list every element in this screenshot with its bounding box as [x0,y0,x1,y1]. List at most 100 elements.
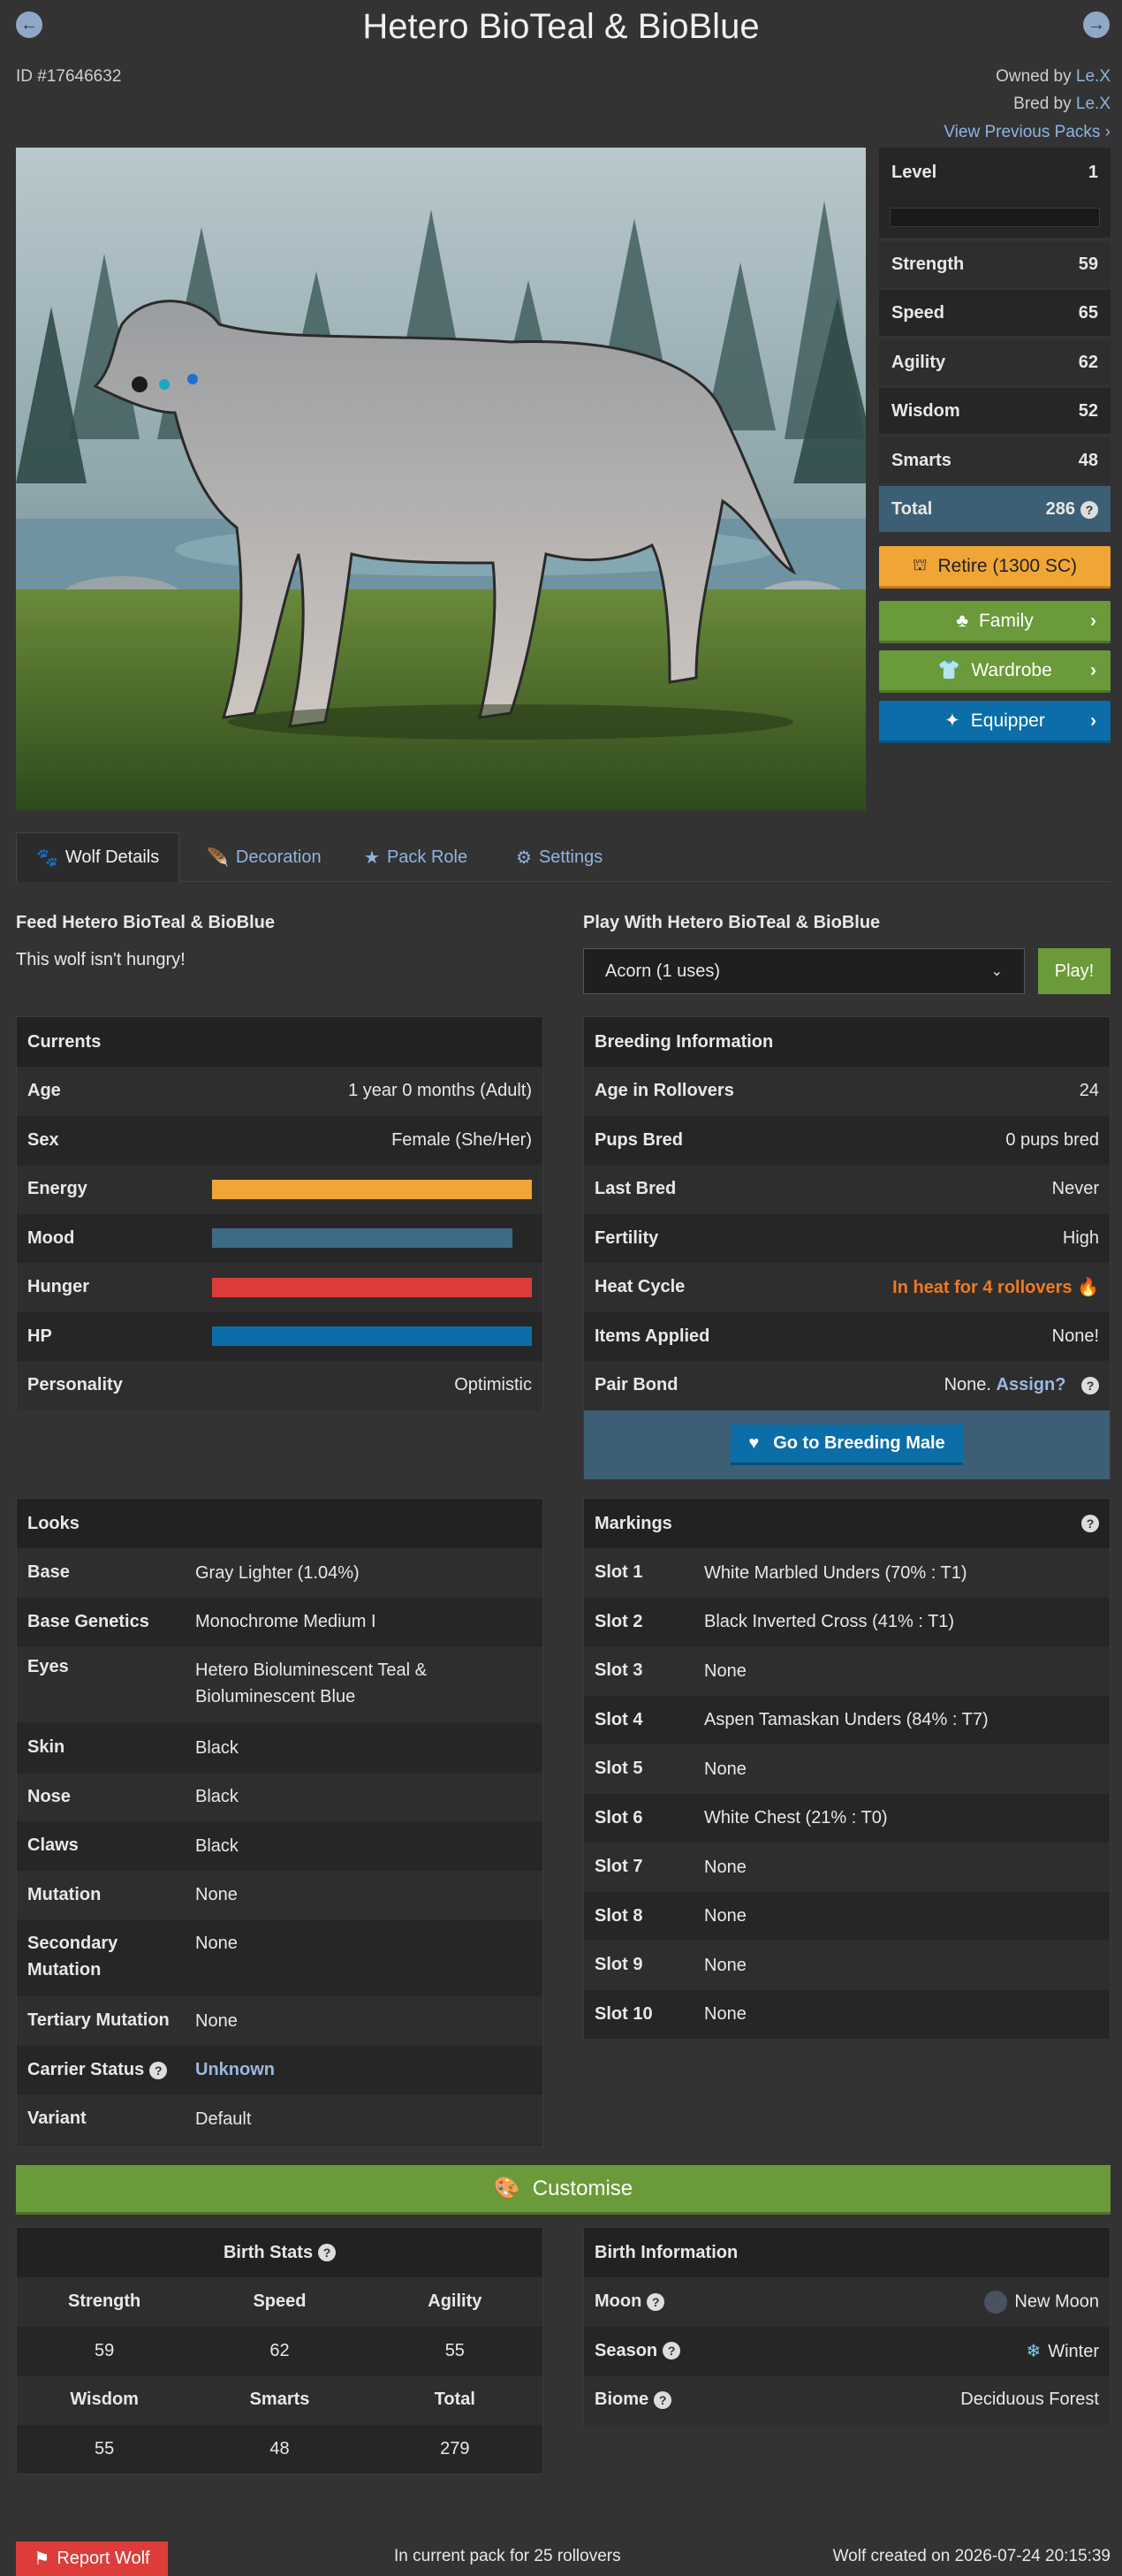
birth-stat-header: Strength [17,2277,193,2327]
heat-row: Heat Cycle In heat for 4 rollovers 🔥 [584,1263,1110,1312]
hp-bar [212,1326,532,1347]
snowflake-icon: ❄ [1026,2341,1042,2361]
family-button[interactable]: ♣ Family › [879,601,1111,643]
pups-label: Pups Bred [595,1129,684,1150]
markings-title: Markings [595,1513,672,1533]
birth-info-panel: Birth Information Moon? New Moon Season?… [583,2227,1111,2425]
looks-label: Base Genetics [27,1611,149,1631]
looks-row-carrier-status: Carrier Status? Unknown [17,2045,542,2094]
items-value: None! [1051,1326,1099,1346]
looks-value: Black [195,1787,239,1807]
energy-bar [212,1179,532,1199]
slot-label: Slot 1 [595,1562,643,1583]
level-value: 1 [1088,162,1098,182]
slot-label: Slot 10 [595,2003,653,2024]
slot-value: Black Inverted Cross (41% : T1) [704,1612,955,1632]
looks-panel: Looks Base Gray Lighter (1.04%) Base Gene… [16,1498,543,2147]
tab-pack-role[interactable]: ★ Pack Role [345,832,487,882]
looks-rows: Base Gray Lighter (1.04%) Base Genetics Mo… [17,1548,542,2144]
play-button[interactable]: Play! [1038,948,1111,994]
view-previous-packs-link[interactable]: View Previous Packs › [944,123,1111,142]
carrier-status-link[interactable]: Unknown [195,2056,532,2083]
personality-label: Personality [27,1375,123,1395]
marking-slot: Slot 6 White Chest (21% : T0) [584,1793,1110,1843]
looks-row-tertiary-mutation: Tertiary Mutation None [17,1996,542,2046]
pair-bond-none: None. [944,1375,991,1395]
question-icon[interactable]: ? [647,2292,665,2311]
report-wolf-button[interactable]: ⚑ Report Wolf [16,2542,168,2576]
looks-value: None [195,2010,238,2031]
looks-label: Base [27,1562,70,1583]
currents-rows: Age 1 year 0 months (Adult) Sex Female (… [17,1067,542,1410]
marking-slot: Slot 9 None [584,1941,1110,1990]
xp-bar [890,208,1100,227]
go-to-breeding-male-button[interactable]: ♥ Go to Breeding Male [731,1424,963,1465]
rollovers-value: 24 [1079,1081,1099,1101]
wardrobe-button[interactable]: 👕 Wardrobe › [879,650,1111,693]
birth-stats-panel: Birth Stats ? Strength Speed Agility 59 … [16,2227,543,2474]
season-label: Season [595,2340,658,2360]
pair-bond-row: Pair Bond None. Assign? ? [584,1361,1110,1410]
question-icon[interactable]: ? [654,2390,672,2409]
xp-bar-row [879,197,1111,238]
assign-link[interactable]: Assign? [997,1375,1066,1394]
slot-value: None [704,1857,747,1877]
looks-row-eyes: Eyes Hetero Bioluminescent Teal & Biolumi… [17,1646,542,1723]
paw-icon: 🐾 [36,848,58,868]
heat-label: Heat Cycle [595,1277,686,1297]
heat-value: In heat for 4 rollovers 🔥 [892,1276,1099,1298]
question-icon[interactable]: ? [149,2061,168,2079]
toy-select[interactable]: Acorn (1 uses) ⌄ [583,948,1025,994]
question-icon[interactable]: ? [318,2244,337,2261]
breeding-rows: Age in Rollovers 24 Pups Bred 0 pups bre… [584,1067,1110,1410]
tab-decoration[interactable]: 🪶 Decoration [187,832,341,882]
question-icon[interactable]: ? [663,2342,681,2360]
mood-row: Mood [17,1213,542,1263]
looks-label: Tertiary Mutation [27,2010,170,2031]
moon-text: New Moon [1014,2291,1099,2312]
energy-label: Energy [27,1179,87,1199]
breeder-link[interactable]: Le.X [1076,95,1111,113]
total-label: Total [891,498,933,519]
breeding-panel: Breeding Information Age in Rollovers 24… [583,1016,1111,1479]
rollovers-row: Age in Rollovers 24 [584,1067,1110,1116]
retire-button[interactable]: ⛫ Retire (1300 SC) [879,546,1111,589]
slot-value: None [704,2004,747,2025]
question-icon[interactable]: ? [1081,1377,1099,1395]
birth-stat-header: Speed [192,2277,368,2327]
question-icon[interactable]: ? [1080,500,1098,519]
looks-label: Eyes [27,1657,69,1676]
wolf-image [16,148,866,810]
question-icon[interactable]: ? [1081,1515,1099,1532]
birth-stat-value: 59 [17,2326,193,2375]
tree-icon: ♣ [956,610,968,631]
looks-row-variant: Variant Default [17,2094,542,2144]
total-row: Total 286? [879,486,1111,532]
customise-button[interactable]: 🎨 Customise [16,2165,1111,2215]
hp-bar-track [212,1326,532,1347]
items-row: Items Applied None! [584,1311,1110,1361]
looks-label: Secondary Mutation [27,1934,118,1979]
sex-value: Female (She/Her) [391,1129,532,1150]
birth-stat-header: Total [367,2375,542,2425]
marking-slot: Slot 2 Black Inverted Cross (41% : T1) [584,1597,1110,1646]
chevron-right-icon: › [1090,659,1096,680]
feed-text: This wolf isn't hungry! [16,950,186,969]
wolf-id: ID #17646632 [16,67,122,86]
owner-link[interactable]: Le.X [1076,67,1111,86]
looks-value: None [195,1934,238,1953]
currents-panel: Currents Age 1 year 0 months (Adult) Sex… [16,1016,543,1410]
tab-label: Pack Role [386,847,468,867]
slot-label: Slot 8 [595,1905,643,1926]
slot-value: Aspen Tamaskan Unders (84% : T7) [704,1710,989,1730]
tab-wolf-details[interactable]: 🐾 Wolf Details [16,832,180,882]
level-label: Level [891,162,937,182]
birth-stats-title: Birth Stats [223,2242,314,2262]
looks-row-claws: Claws Black [17,1821,542,1871]
tab-settings[interactable]: ⚙ Settings [497,832,622,882]
equipper-button[interactable]: ✦ Equipper › [879,701,1111,743]
looks-value: Black [195,1737,239,1758]
birth-stat-value: 62 [192,2326,368,2375]
hunger-bar [212,1277,532,1297]
mood-bar-track [212,1228,532,1249]
